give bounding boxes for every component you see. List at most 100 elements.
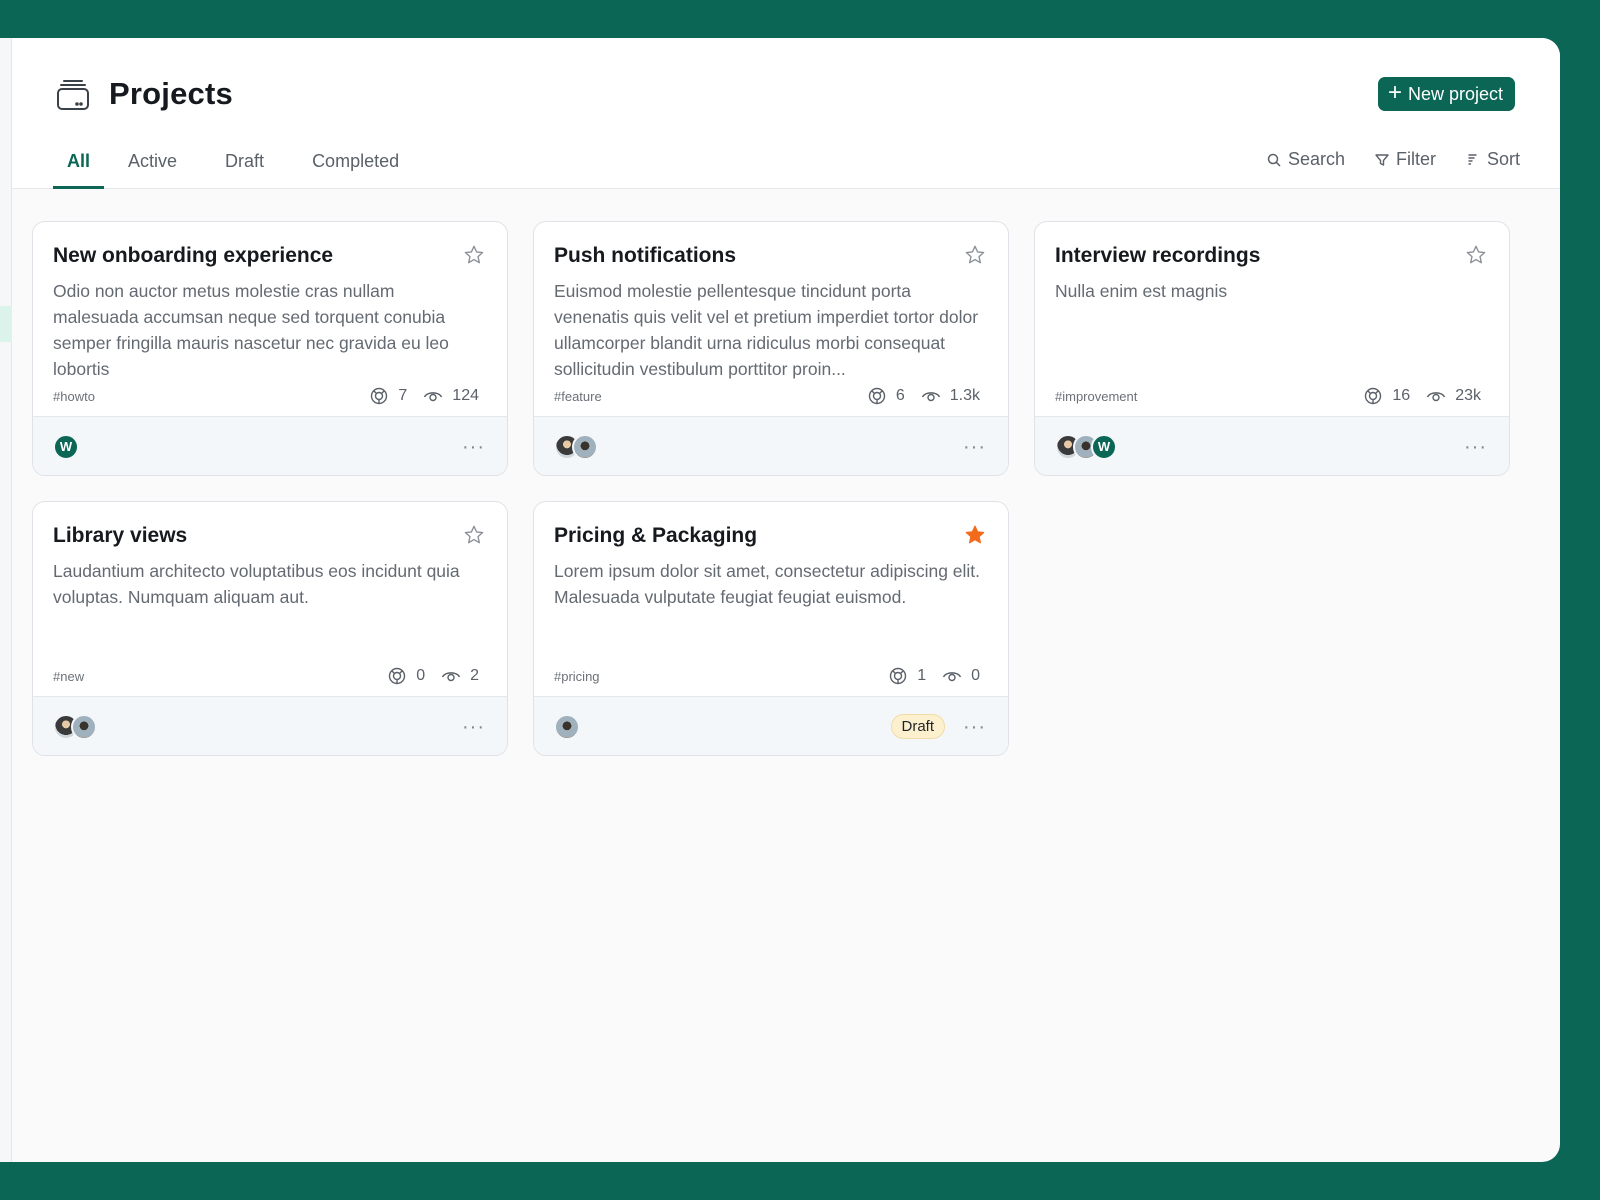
eye-icon	[441, 666, 461, 686]
card-footer: W ···	[33, 416, 507, 476]
card-body: Push notifications Euismod molestie pell…	[534, 222, 1008, 416]
views-stat: 124	[423, 386, 479, 406]
card-meta: #improvement 16 23k	[1055, 386, 1481, 406]
card-description: Laudantium architecto voluptatibus eos i…	[53, 558, 483, 610]
avatar[interactable]	[572, 434, 598, 460]
views-stat: 0	[942, 666, 980, 686]
tabs: All Active Draft Completed	[53, 147, 423, 189]
toolbar: Search Filter Sort	[1267, 147, 1520, 189]
avatar-group: W	[1055, 434, 1117, 460]
projects-panel: Projects + New project All Active Draft …	[12, 38, 1560, 1162]
project-card[interactable]: Pricing & Packaging Lorem ipsum dolor si…	[533, 501, 1009, 756]
issues-count: 6	[896, 387, 905, 405]
tab-bar: All Active Draft Completed Search Filter…	[53, 147, 1520, 189]
issues-icon	[867, 386, 887, 406]
more-options-icon[interactable]: ···	[462, 437, 485, 457]
issues-icon	[369, 386, 389, 406]
tab-active[interactable]: Active	[104, 147, 201, 189]
card-stats: 16 23k	[1363, 386, 1481, 406]
avatar[interactable]: W	[53, 434, 79, 460]
tab-completed[interactable]: Completed	[288, 147, 423, 189]
project-card[interactable]: Library views Laudantium architecto volu…	[32, 501, 508, 756]
more-options-icon[interactable]: ···	[963, 437, 986, 457]
card-title[interactable]: New onboarding experience	[53, 244, 487, 268]
card-stats: 7 124	[369, 386, 479, 406]
star-icon[interactable]	[463, 524, 485, 546]
card-meta: #new 0 2	[53, 666, 479, 686]
card-meta: #pricing 1 0	[554, 666, 980, 686]
search-button[interactable]: Search	[1267, 149, 1345, 170]
card-stats: 6 1.3k	[867, 386, 980, 406]
avatar[interactable]: W	[1091, 434, 1117, 460]
views-count: 2	[470, 667, 479, 685]
card-tag[interactable]: #feature	[554, 389, 602, 404]
card-actions: Draft ···	[891, 714, 987, 739]
issues-icon	[888, 666, 908, 686]
more-options-icon[interactable]: ···	[462, 717, 485, 737]
views-stat: 2	[441, 666, 479, 686]
eye-icon	[423, 386, 443, 406]
card-title[interactable]: Library views	[53, 524, 487, 548]
card-tag[interactable]: #improvement	[1055, 389, 1137, 404]
card-meta: #feature 6 1.3k	[554, 386, 980, 406]
card-actions: ···	[462, 437, 485, 457]
issues-icon	[387, 666, 407, 686]
star-icon[interactable]	[1465, 244, 1487, 266]
card-stats: 1 0	[888, 666, 980, 686]
sort-label: Sort	[1487, 149, 1520, 170]
issues-stat: 0	[387, 666, 425, 686]
card-stats: 0 2	[387, 666, 479, 686]
star-icon[interactable]	[463, 244, 485, 266]
sort-button[interactable]: Sort	[1466, 149, 1520, 170]
views-stat: 1.3k	[921, 386, 980, 406]
eye-icon	[1426, 386, 1446, 406]
project-card[interactable]: Push notifications Euismod molestie pell…	[533, 221, 1009, 476]
issues-count: 0	[416, 667, 425, 685]
issues-count: 7	[398, 387, 407, 405]
tab-draft[interactable]: Draft	[201, 147, 288, 189]
new-project-button[interactable]: + New project	[1378, 77, 1515, 111]
avatar[interactable]	[554, 714, 580, 740]
star-icon[interactable]	[964, 524, 986, 546]
views-stat: 23k	[1426, 386, 1481, 406]
filter-button[interactable]: Filter	[1375, 149, 1436, 170]
avatar-group: W	[53, 434, 79, 460]
tab-all[interactable]: All	[53, 147, 104, 189]
title-row: Projects + New project	[55, 76, 1515, 112]
card-title[interactable]: Interview recordings	[1055, 244, 1489, 268]
star-icon[interactable]	[964, 244, 986, 266]
issues-stat: 16	[1363, 386, 1410, 406]
card-body: Library views Laudantium architecto volu…	[33, 502, 507, 696]
card-description: Nulla enim est magnis	[1055, 278, 1485, 304]
more-options-icon[interactable]: ···	[963, 717, 986, 737]
card-body: Pricing & Packaging Lorem ipsum dolor si…	[534, 502, 1008, 696]
avatar[interactable]	[71, 714, 97, 740]
card-tag[interactable]: #new	[53, 669, 84, 684]
card-tag[interactable]: #howto	[53, 389, 95, 404]
project-grid: New onboarding experience Odio non aucto…	[32, 221, 1510, 756]
project-card[interactable]: Interview recordings Nulla enim est magn…	[1034, 221, 1510, 476]
new-project-label: New project	[1408, 84, 1503, 105]
page-header: Projects + New project All Active Draft …	[12, 38, 1560, 189]
issues-count: 16	[1392, 387, 1410, 405]
folder-stack-icon	[55, 76, 91, 112]
avatar-group	[554, 714, 580, 740]
issues-stat: 6	[867, 386, 905, 406]
card-footer: W ···	[1035, 416, 1509, 476]
sort-icon	[1466, 153, 1480, 167]
eye-icon	[942, 666, 962, 686]
card-title[interactable]: Push notifications	[554, 244, 988, 268]
card-footer: Draft ···	[534, 696, 1008, 756]
card-title[interactable]: Pricing & Packaging	[554, 524, 988, 548]
issues-icon	[1363, 386, 1383, 406]
card-tag[interactable]: #pricing	[554, 669, 600, 684]
views-count: 1.3k	[950, 387, 980, 405]
card-body: New onboarding experience Odio non aucto…	[33, 222, 507, 416]
card-actions: ···	[1464, 437, 1487, 457]
filter-icon	[1375, 153, 1389, 167]
project-card[interactable]: New onboarding experience Odio non aucto…	[32, 221, 508, 476]
issues-count: 1	[917, 667, 926, 685]
views-count: 23k	[1455, 387, 1481, 405]
card-description: Lorem ipsum dolor sit amet, consectetur …	[554, 558, 984, 610]
more-options-icon[interactable]: ···	[1464, 437, 1487, 457]
